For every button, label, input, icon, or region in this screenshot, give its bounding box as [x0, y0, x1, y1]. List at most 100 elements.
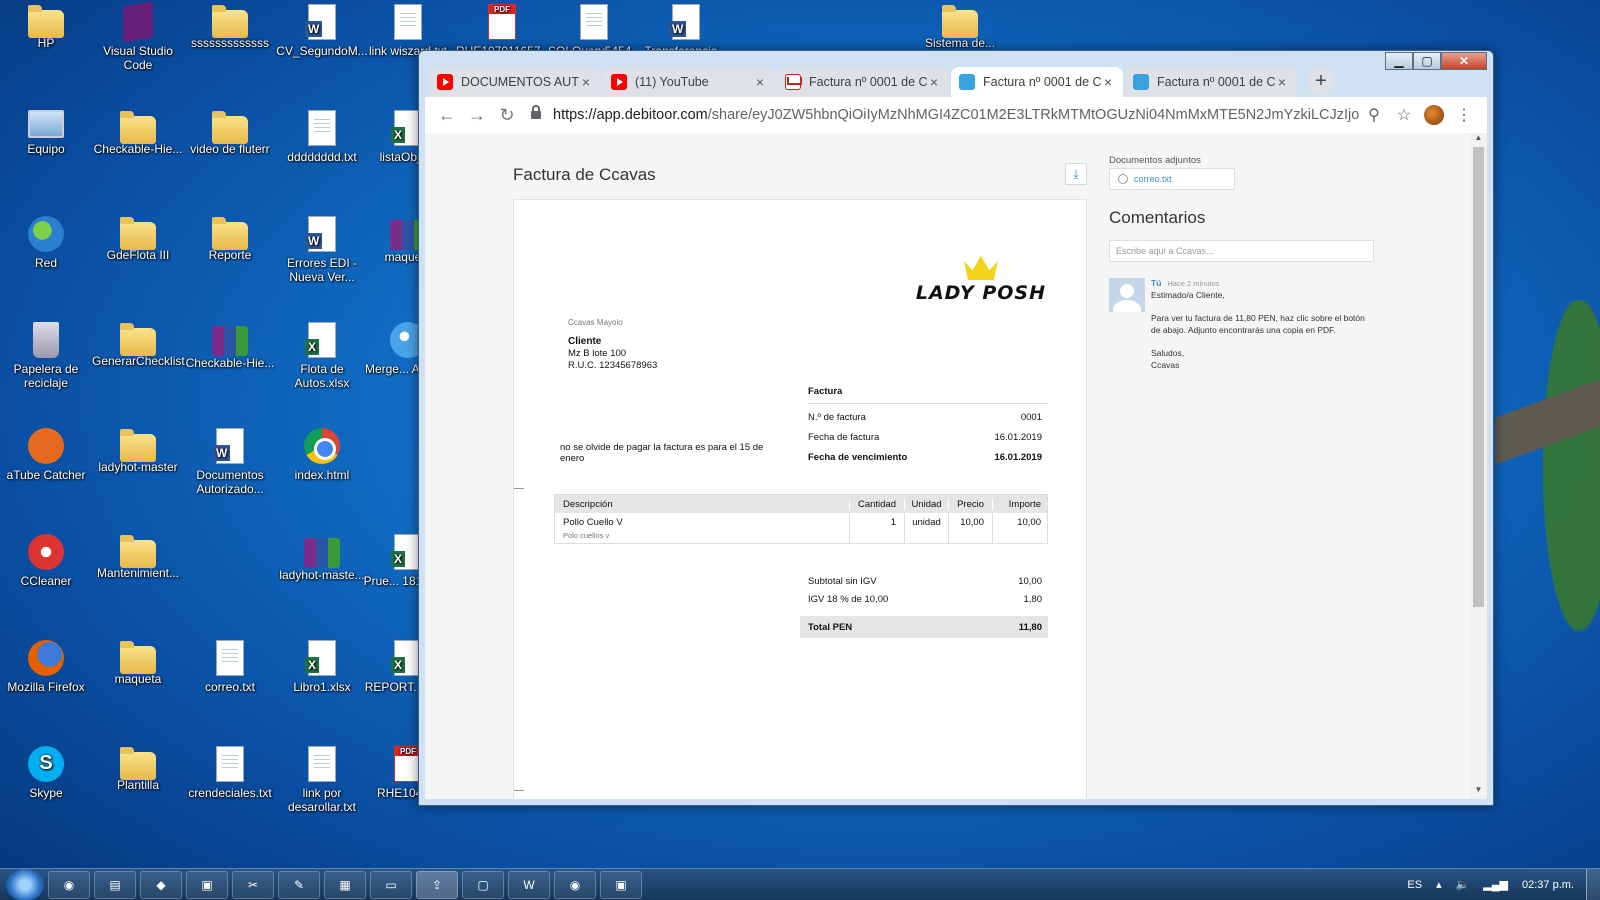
desktop-icon[interactable]: crendeciales.txt [184, 746, 276, 800]
youtube-icon [437, 74, 453, 90]
zoom-icon[interactable]: ⚲ [1359, 100, 1389, 130]
desktop-icon[interactable]: Sistema de... [914, 4, 1006, 50]
pdf-icon [488, 4, 516, 40]
desktop-icon[interactable]: maqueta [92, 640, 184, 686]
show-desktop-button[interactable] [1586, 868, 1600, 900]
taskbar-chrome-icon[interactable]: ◉ [48, 870, 90, 899]
taskbar-word-icon[interactable]: W [508, 870, 550, 899]
profile-avatar[interactable] [1419, 100, 1449, 130]
taskbar: ◉ ▤ ◆ ▣ ✂ ✎ ▦ ▭ ⇪ ▢ W ◉ ▣ ES ▴ 🔈 ▂▄▆ 02:37 p.m. [0, 868, 1600, 900]
reload-icon[interactable]: ↻ [493, 101, 521, 129]
desktop-icon[interactable]: sssssssssssss [184, 4, 276, 50]
desktop-icon[interactable]: HP [0, 4, 92, 50]
close-tab-icon[interactable]: × [927, 74, 941, 90]
comment-signature: Ccavas [1151, 359, 1180, 370]
desktop-icon[interactable]: Mozilla Firefox [0, 640, 92, 694]
desktop-icon[interactable]: Plantilla [92, 746, 184, 792]
scroll-down-icon[interactable]: ▼ [1470, 785, 1487, 799]
desktop-icon-label: Sistema de... [924, 36, 996, 50]
close-tab-icon[interactable]: × [1101, 74, 1115, 90]
close-tab-icon[interactable]: × [1275, 74, 1289, 90]
taskbar-window-icon[interactable]: ▢ [462, 870, 504, 899]
browser-tab[interactable]: Factura nº 0001 de Ccavas× [951, 67, 1123, 97]
invoice-document: LADY POSH Ccavas Mayolo Cliente Mz B lot… [513, 199, 1087, 799]
taskbar-vs-icon[interactable]: ◆ [140, 870, 182, 899]
desktop-icon[interactable]: correo.txt [184, 640, 276, 694]
desktop-icon[interactable]: Reporte [184, 216, 276, 262]
browser-tab[interactable]: DOCUMENTOS AUTORIZADOS× [429, 67, 601, 97]
desktop-icon[interactable]: CV_SegundoM... [276, 4, 368, 58]
browser-tab[interactable]: Factura nº 0001 de Ccavas× [777, 67, 949, 97]
desktop-icon[interactable]: Errores EDI - Nueva Ver... [276, 216, 368, 284]
desktop-icon[interactable]: Libro1.xlsx [276, 640, 368, 694]
desktop-icon[interactable]: index.html [276, 428, 368, 482]
desktop-icon[interactable]: Equipo [0, 110, 92, 156]
desktop-icon[interactable]: ladyhot-master [92, 428, 184, 474]
crown-icon [963, 256, 998, 280]
desktop-icon[interactable]: ladyhot-maste... [276, 534, 368, 582]
desktop-icon[interactable]: Flota de Autos.xlsx [276, 322, 368, 390]
back-icon[interactable]: ← [433, 101, 461, 129]
desktop-icon[interactable]: Visual Studio Code [92, 1, 184, 72]
close-tab-icon[interactable]: × [579, 74, 593, 90]
forward-icon[interactable]: → [463, 101, 491, 129]
tab-strip: DOCUMENTOS AUTORIZADOS×(11) YouTube×Fact… [429, 65, 1487, 97]
taskbar-app-icon[interactable]: ▣ [600, 870, 642, 899]
desktop-icon[interactable]: Red [0, 216, 92, 270]
menu-kebab-icon[interactable]: ⋮ [1449, 100, 1479, 130]
taskbar-notepad-icon[interactable]: ✎ [278, 870, 320, 899]
folder-icon [120, 323, 156, 356]
language-indicator[interactable]: ES [1407, 879, 1422, 891]
volume-icon[interactable]: 🔈 [1456, 878, 1470, 891]
tray-arrow-icon[interactable]: ▴ [1436, 878, 1442, 891]
scroll-up-icon[interactable]: ▲ [1470, 133, 1487, 147]
desktop-icon-label: CV_SegundoM... [276, 44, 368, 58]
desktop-icon[interactable]: Documentos Autorizado... [184, 428, 276, 496]
taskbar-uploader-icon[interactable]: ⇪ [416, 870, 458, 899]
close-tab-icon[interactable]: × [753, 74, 767, 90]
desktop-icon[interactable]: GdeFlota III [92, 216, 184, 262]
computer-icon [28, 110, 64, 138]
desktop-icon[interactable]: Checkable-Hie... [184, 322, 276, 370]
word-doc-icon [305, 4, 336, 40]
taskbar-chrome-icon[interactable]: ◉ [554, 870, 596, 899]
desktop-icon[interactable]: Papelera de reciclaje [0, 322, 92, 390]
clock[interactable]: 02:37 p.m. [1522, 879, 1574, 891]
desktop-icon[interactable]: Mantenimient... [92, 534, 184, 580]
table-header: Descripción Cantidad Unidad Precio Impor… [555, 495, 1047, 513]
browser-tab[interactable]: Factura nº 0001 de Ccavas× [1125, 67, 1297, 97]
new-tab-button[interactable]: + [1307, 67, 1335, 95]
desktop-icon[interactable]: aTube Catcher [0, 428, 92, 482]
folder-icon [120, 429, 156, 462]
desktop-icon[interactable]: CCleaner [0, 534, 92, 588]
desktop-icon[interactable]: Skype [0, 746, 92, 800]
taskbar-remote-icon[interactable]: ▭ [370, 870, 412, 899]
desktop-icon[interactable]: Checkable-Hie... [92, 110, 184, 156]
recycle-bin-icon [33, 322, 59, 358]
bookmark-star-icon[interactable]: ☆ [1389, 100, 1419, 130]
browser-tab[interactable]: (11) YouTube × [603, 67, 775, 97]
taskbar-tool-icon[interactable]: ✂ [232, 870, 274, 899]
desktop-icon[interactable]: video de fluterr [184, 110, 276, 156]
comment-input[interactable]: Escribe aquí a Ccavas... [1109, 240, 1374, 262]
address-bar[interactable]: https://app.debitoor.com/share/eyJ0ZW5hb… [531, 100, 1359, 130]
taskbar-explorer-icon[interactable]: ▦ [324, 870, 366, 899]
taskbar-folder-icon[interactable]: ▤ [94, 870, 136, 899]
start-button[interactable] [6, 868, 44, 900]
signal-icon[interactable]: ▂▄▆ [1483, 878, 1508, 891]
desktop-icon-label: CCleaner [20, 574, 72, 588]
scroll-thumb[interactable] [1473, 147, 1484, 607]
invoice-number-value: 0001 [1020, 412, 1042, 423]
desktop-icon[interactable]: dddddddd.txt [276, 110, 368, 164]
text-file-icon [580, 4, 608, 40]
attachment-link[interactable]: correo.txt [1109, 168, 1235, 190]
taskbar-app-icon[interactable]: ▣ [186, 870, 228, 899]
page-title: Factura de Ccavas [513, 165, 656, 184]
text-file-icon [394, 4, 422, 40]
sender-detail: Mayolo [596, 318, 623, 327]
download-icon[interactable]: ⤓ [1065, 163, 1087, 185]
desktop-icon[interactable]: GenerarChecklist [92, 322, 185, 368]
scrollbar[interactable]: ▲ ▼ [1470, 133, 1487, 799]
desktop-icon[interactable]: link por desarollar.txt [276, 746, 368, 814]
desktop-icon-label: maqueta [114, 672, 162, 686]
